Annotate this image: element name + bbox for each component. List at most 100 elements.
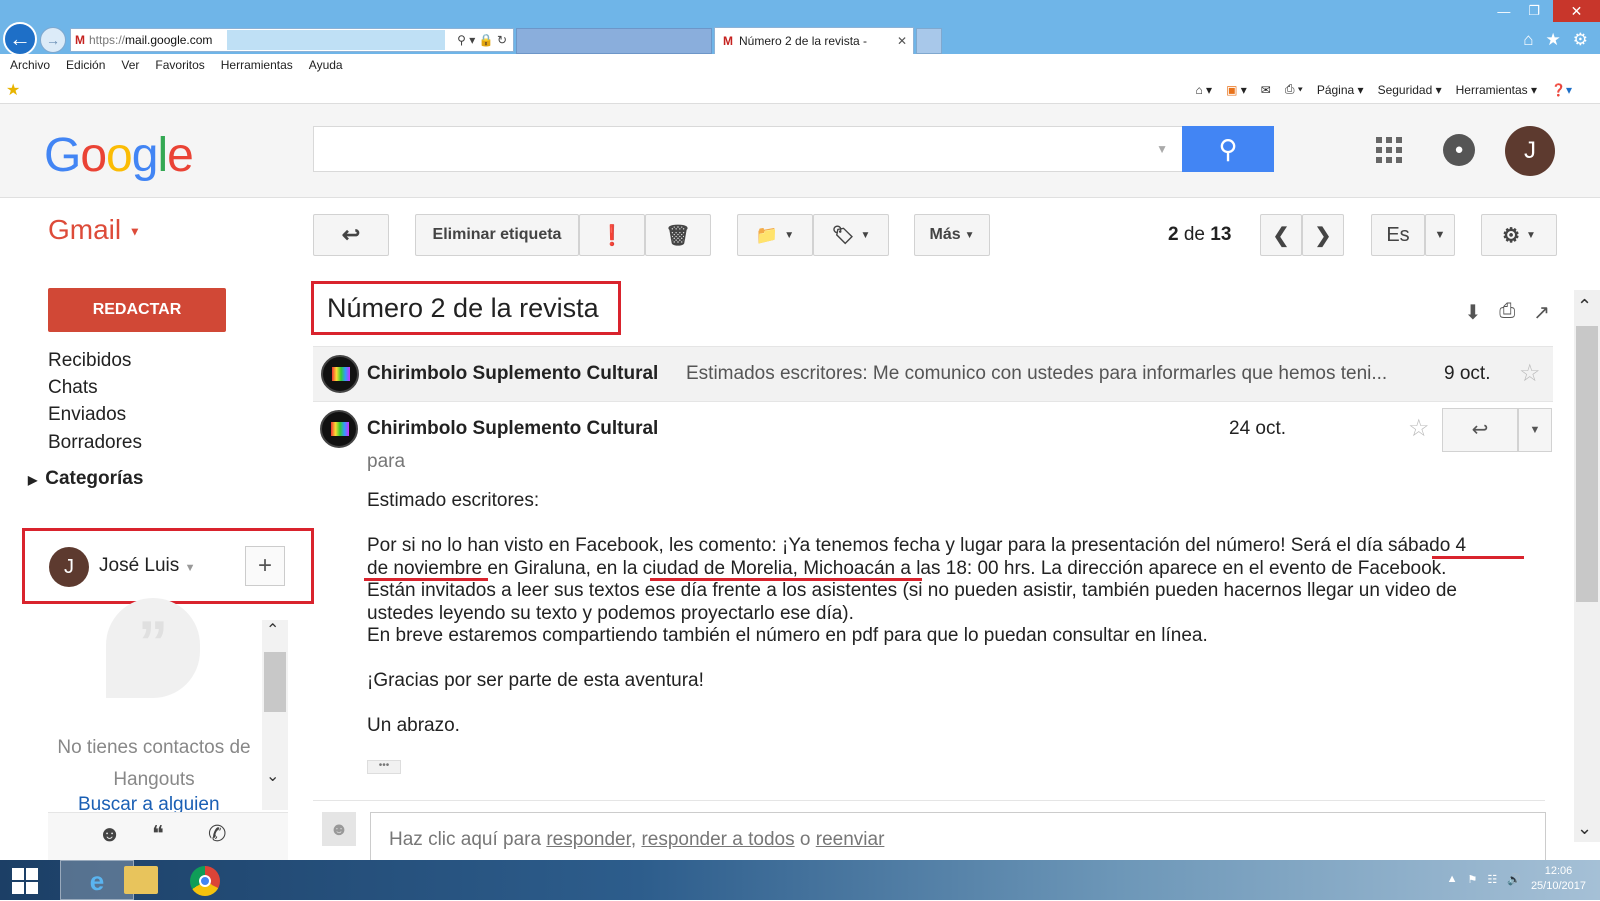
refresh-icon[interactable]: ↻ xyxy=(497,33,507,47)
remove-label-button[interactable]: Eliminar etiqueta xyxy=(415,214,579,256)
scroll-down-icon[interactable]: ⌄ xyxy=(1577,818,1592,839)
more-button[interactable]: Más ▼ xyxy=(914,214,990,256)
search-input[interactable]: ▼ xyxy=(313,126,1183,172)
clock[interactable]: 12:06 25/10/2017 xyxy=(1531,864,1586,894)
menu-favoritos[interactable]: Favoritos xyxy=(155,58,204,72)
restore-icon[interactable]: ❐ xyxy=(1528,3,1540,19)
security-menu[interactable]: Seguridad ▾ xyxy=(1378,83,1442,97)
apps-grid-icon[interactable] xyxy=(1376,137,1402,163)
main-scroll-thumb[interactable] xyxy=(1576,326,1598,602)
input-tools-dropdown[interactable]: ▼ xyxy=(1425,214,1455,256)
internet-explorer-icon[interactable]: e xyxy=(60,860,134,900)
recipients-line[interactable]: para xyxy=(367,451,405,473)
report-spam-button[interactable]: ❗ xyxy=(579,214,645,256)
page-menu[interactable]: Página ▾ xyxy=(1317,83,1364,97)
nav-item-categories[interactable]: ▶ Categorías xyxy=(28,468,143,490)
network-icon[interactable]: ☷ xyxy=(1487,873,1497,886)
labels-button[interactable]: 🏷 ▼ xyxy=(813,214,889,256)
reply-link[interactable]: responder xyxy=(546,829,631,850)
favorites-star-icon[interactable]: ★ xyxy=(1546,30,1561,50)
menu-herramientas[interactable]: Herramientas xyxy=(221,58,293,72)
contacts-person-icon[interactable]: ☻ xyxy=(98,821,121,847)
new-tab-button[interactable] xyxy=(916,28,942,54)
message-more-button[interactable]: ▼ xyxy=(1518,408,1552,452)
minimize-icon[interactable]: — xyxy=(1497,4,1510,19)
notifications-bell-icon[interactable]: ● xyxy=(1443,134,1475,166)
address-bar[interactable]: Mhttps://mail.google.com ⚲ ▾ 🔒 ↻ xyxy=(70,28,514,52)
gear-icon[interactable]: ⚙ xyxy=(1573,30,1588,50)
message-sender[interactable]: Chirimbolo Suplemento Cultural xyxy=(367,418,658,440)
search-options-caret-icon[interactable]: ▼ xyxy=(1156,142,1168,156)
scroll-up-icon[interactable]: ⌃ xyxy=(1577,296,1592,317)
help-icon[interactable]: ❓▾ xyxy=(1551,83,1572,97)
download-icon[interactable]: ⬇ xyxy=(1464,300,1481,325)
open-new-window-icon[interactable]: ↗ xyxy=(1533,300,1550,325)
file-explorer-icon[interactable] xyxy=(124,866,158,894)
hangouts-avatar[interactable]: J xyxy=(49,547,89,587)
home-page-icon[interactable]: ⌂ ▾ xyxy=(1195,83,1212,97)
scroll-down-icon[interactable]: ⌄ xyxy=(266,766,279,786)
nav-item-drafts[interactable]: Borradores xyxy=(48,432,142,454)
tab-active[interactable]: M Número 2 de la revista - ✕ xyxy=(714,27,914,54)
conversations-quote-icon[interactable]: ❝ xyxy=(152,821,164,847)
volume-icon[interactable]: 🔊 xyxy=(1507,873,1521,886)
search-button[interactable]: ⚲ xyxy=(1182,126,1274,172)
settings-button[interactable]: ⚙ ▼ xyxy=(1481,214,1557,256)
account-avatar[interactable]: J xyxy=(1505,126,1555,176)
reply-all-link[interactable]: responder a todos xyxy=(641,829,794,850)
menu-edicion[interactable]: Edición xyxy=(66,58,105,72)
scroll-up-icon[interactable]: ⌃ xyxy=(266,620,279,640)
nav-item-sent[interactable]: Enviados xyxy=(48,404,126,426)
nav-item-inbox[interactable]: Recibidos xyxy=(48,350,131,372)
star-icon[interactable]: ☆ xyxy=(1519,359,1541,388)
phone-icon[interactable]: ✆ xyxy=(208,821,226,847)
older-button[interactable]: ❯ xyxy=(1302,214,1344,256)
annotation-underline xyxy=(364,578,488,581)
tools-menu[interactable]: Herramientas ▾ xyxy=(1456,83,1537,97)
compose-button[interactable]: REDACTAR xyxy=(48,288,226,332)
menu-ver[interactable]: Ver xyxy=(121,58,139,72)
google-logo[interactable]: Google xyxy=(44,128,194,183)
address-actions[interactable]: ⚲ ▾ 🔒 ↻ xyxy=(457,29,507,51)
mail-icon[interactable]: ✉ xyxy=(1261,83,1271,97)
flag-icon[interactable]: ⚑ xyxy=(1467,873,1477,886)
collapsed-message[interactable]: Chirimbolo Suplemento Cultural Estimados… xyxy=(313,346,1553,402)
hangouts-scrollbar[interactable]: ⌃ ⌄ xyxy=(262,620,288,810)
hangouts-search-link[interactable]: Buscar a alguien xyxy=(78,794,220,812)
forward-link[interactable]: reenviar xyxy=(816,829,885,850)
collapsed-sender: Chirimbolo Suplemento Cultural xyxy=(367,363,659,384)
delete-button[interactable]: 🗑 xyxy=(645,214,711,256)
window-close-button[interactable]: ✕ xyxy=(1553,0,1600,22)
show-trimmed-content-button[interactable]: ••• xyxy=(367,760,401,774)
back-to-inbox-button[interactable]: ↩ xyxy=(313,214,389,256)
move-to-button[interactable]: 📁 ▼ xyxy=(737,214,813,256)
newer-button[interactable]: ❮ xyxy=(1260,214,1302,256)
menu-ayuda[interactable]: Ayuda xyxy=(309,58,343,72)
nav-item-chats[interactable]: Chats xyxy=(48,377,98,399)
close-tab-icon[interactable]: ✕ xyxy=(897,28,907,54)
reply-box[interactable]: Haz clic aquí para responder, responder … xyxy=(370,812,1546,862)
chrome-icon[interactable] xyxy=(190,866,220,896)
back-arrow-icon[interactable]: ← xyxy=(3,22,37,56)
tab-inactive[interactable] xyxy=(516,28,712,54)
rss-icon[interactable]: ▣ ▾ xyxy=(1226,83,1247,97)
search-icon[interactable]: ⚲ xyxy=(457,33,466,47)
home-icon[interactable]: ⌂ xyxy=(1523,30,1533,50)
show-hidden-icons-icon[interactable]: ▲ xyxy=(1447,873,1458,885)
hangouts-user-name: José Luis xyxy=(99,555,180,576)
star-icon[interactable]: ☆ xyxy=(1408,414,1430,443)
new-conversation-button[interactable]: + xyxy=(245,546,285,586)
hangouts-empty-text: No tienes contactos de Hangouts xyxy=(48,732,260,796)
reply-button[interactable]: ↩ xyxy=(1442,408,1518,452)
hangouts-scroll-thumb[interactable] xyxy=(264,652,286,712)
input-tools-button[interactable]: Es xyxy=(1371,214,1425,256)
windows-start-icon[interactable] xyxy=(12,868,38,894)
print-icon[interactable]: ⎙ xyxy=(1499,300,1515,325)
clock-time: 12:06 xyxy=(1544,865,1573,877)
menu-archivo[interactable]: Archivo xyxy=(10,58,50,72)
gmail-label-menu[interactable]: Gmail ▼ xyxy=(48,214,141,246)
forward-arrow-icon[interactable]: → xyxy=(40,27,66,53)
hangouts-user-menu[interactable]: José Luis ▼ xyxy=(99,555,195,577)
print-icon[interactable]: ⎙ ▾ xyxy=(1285,82,1303,97)
add-favorites-icon[interactable]: ★ xyxy=(6,80,20,100)
